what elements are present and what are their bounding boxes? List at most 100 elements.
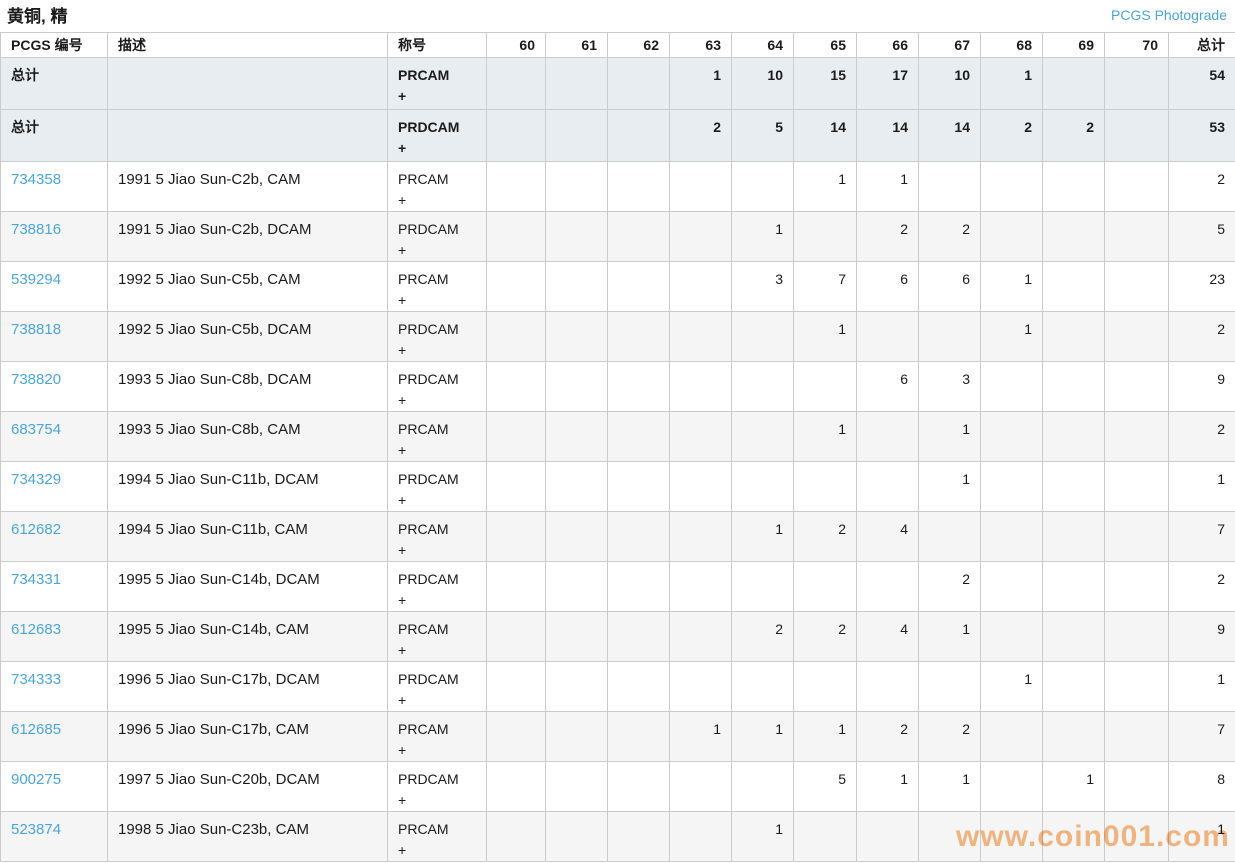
pcgs-number-cell: 612685: [1, 712, 108, 762]
grade-60-cell: [487, 662, 546, 712]
description-cell: 1996 5 Jiao Sun-C17b, CAM: [108, 712, 388, 762]
grade-67-cell: 14: [919, 110, 981, 162]
grade-64-cell: [732, 662, 794, 712]
pcgs-number-link[interactable]: 683754: [11, 421, 61, 438]
grade-66-cell: 6: [857, 362, 919, 412]
grade-63-cell: [670, 212, 732, 262]
grade-68-cell: [981, 562, 1043, 612]
grade-67-cell: [919, 662, 981, 712]
total-header: 总计: [1169, 33, 1235, 58]
designation-cell: PRCAM+: [388, 712, 487, 762]
grade-69-cell: [1043, 562, 1105, 612]
pcgs-number-link[interactable]: 523874: [11, 821, 61, 838]
pcgs-number-link[interactable]: 734331: [11, 571, 61, 588]
grade-62-cell: [608, 262, 670, 312]
grade-68-cell: [981, 712, 1043, 762]
grade-67-cell: 2: [919, 212, 981, 262]
summary-row: 总计PRDCAM+251414142253: [1, 110, 1235, 162]
table-body: 总计PRCAM+110151710154总计PRDCAM+25141414225…: [1, 58, 1235, 862]
grade-64-cell: 5: [732, 110, 794, 162]
pcgs-number-link[interactable]: 612685: [11, 721, 61, 738]
grade-header-67: 67: [919, 33, 981, 58]
grade-64-cell: [732, 412, 794, 462]
grade-62-cell: [608, 312, 670, 362]
grade-header-62: 62: [608, 33, 670, 58]
grade-62-cell: [608, 762, 670, 812]
pcgs-number-link[interactable]: 738820: [11, 371, 61, 388]
grade-63-cell: [670, 762, 732, 812]
pcgs-number-link[interactable]: 734329: [11, 471, 61, 488]
grade-60-cell: [487, 812, 546, 862]
pcgs-number-link[interactable]: 612683: [11, 621, 61, 638]
total-cell: 2: [1169, 312, 1235, 362]
grade-61-cell: [546, 462, 608, 512]
grade-header-69: 69: [1043, 33, 1105, 58]
grade-66-cell: 4: [857, 512, 919, 562]
grade-61-cell: [546, 110, 608, 162]
pcgs-number-link[interactable]: 612682: [11, 521, 61, 538]
pcgs-number-link[interactable]: 738818: [11, 321, 61, 338]
grade-63-cell: [670, 462, 732, 512]
grade-67-cell: 3: [919, 362, 981, 412]
header-row: PCGS 编号 描述 称号 6061626364656667686970总计: [1, 33, 1235, 58]
total-cell: 5: [1169, 212, 1235, 262]
pcgs-number-cell: 734333: [1, 662, 108, 712]
grade-70-cell: [1105, 412, 1169, 462]
total-cell: 2: [1169, 562, 1235, 612]
pcgs-number-cell: 738816: [1, 212, 108, 262]
table-row: 7388181992 5 Jiao Sun-C5b, DCAMPRDCAM+11…: [1, 312, 1235, 362]
grade-70-cell: [1105, 612, 1169, 662]
grade-67-cell: 6: [919, 262, 981, 312]
grade-61-cell: [546, 162, 608, 212]
grade-67-cell: 1: [919, 462, 981, 512]
pcgs-number-link[interactable]: 738816: [11, 221, 61, 238]
total-cell: 1: [1169, 812, 1235, 862]
pcgs-number-cell: 539294: [1, 262, 108, 312]
description-header: 描述: [108, 33, 388, 58]
description-cell: 1993 5 Jiao Sun-C8b, DCAM: [108, 362, 388, 412]
grade-65-cell: 2: [794, 512, 857, 562]
grade-66-cell: [857, 412, 919, 462]
description-cell: 1994 5 Jiao Sun-C11b, CAM: [108, 512, 388, 562]
description-cell: [108, 58, 388, 110]
designation-cell: PRDCAM+: [388, 110, 487, 162]
grade-60-cell: [487, 58, 546, 110]
pcgs-number-link[interactable]: 734358: [11, 171, 61, 188]
grade-62-cell: [608, 362, 670, 412]
topbar: 黄铜, 精 PCGS Photograde: [0, 0, 1235, 32]
grade-64-cell: [732, 362, 794, 412]
grade-68-cell: [981, 512, 1043, 562]
grade-66-cell: 6: [857, 262, 919, 312]
total-cell: 23: [1169, 262, 1235, 312]
pcgs-number-header: PCGS 编号: [1, 33, 108, 58]
grade-62-cell: [608, 612, 670, 662]
table-row: 5238741998 5 Jiao Sun-C23b, CAMPRCAM+11: [1, 812, 1235, 862]
designation-cell: PRCAM+: [388, 162, 487, 212]
grade-62-cell: [608, 58, 670, 110]
designation-cell: PRCAM+: [388, 612, 487, 662]
total-cell: 1: [1169, 662, 1235, 712]
grade-65-cell: 1: [794, 412, 857, 462]
total-cell: 7: [1169, 712, 1235, 762]
page-title: 黄铜, 精: [7, 7, 67, 27]
grade-header-70: 70: [1105, 33, 1169, 58]
designation-cell: PRDCAM+: [388, 362, 487, 412]
total-label-cell: 总计: [1, 58, 108, 110]
pcgs-number-link[interactable]: 900275: [11, 771, 61, 788]
grade-66-cell: [857, 662, 919, 712]
grade-68-cell: 1: [981, 312, 1043, 362]
pcgs-photograde-link[interactable]: PCGS Photograde: [1111, 7, 1227, 23]
grade-66-cell: 2: [857, 212, 919, 262]
grade-61-cell: [546, 812, 608, 862]
pcgs-number-cell: 683754: [1, 412, 108, 462]
pcgs-number-link[interactable]: 539294: [11, 271, 61, 288]
description-cell: 1998 5 Jiao Sun-C23b, CAM: [108, 812, 388, 862]
grade-69-cell: [1043, 162, 1105, 212]
grade-67-cell: 1: [919, 412, 981, 462]
grade-65-cell: [794, 662, 857, 712]
grade-69-cell: [1043, 512, 1105, 562]
description-cell: 1995 5 Jiao Sun-C14b, DCAM: [108, 562, 388, 612]
grade-61-cell: [546, 362, 608, 412]
grade-65-cell: 7: [794, 262, 857, 312]
pcgs-number-link[interactable]: 734333: [11, 671, 61, 688]
